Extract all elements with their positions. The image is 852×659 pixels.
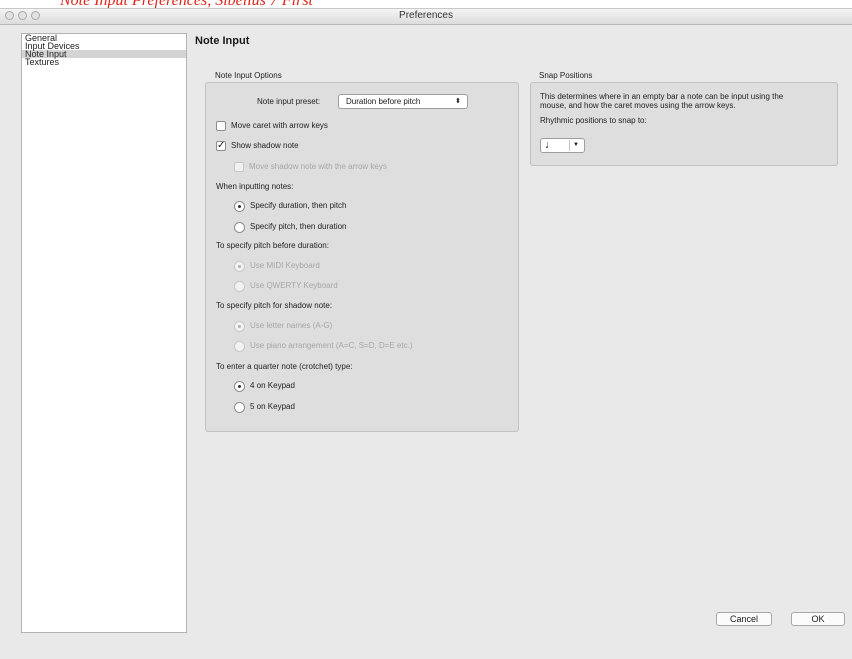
preferences-window: Preferences General Input Devices Note I… (0, 8, 852, 659)
select-divider (569, 140, 570, 151)
move-caret-checkbox[interactable] (216, 121, 226, 131)
snap-description-line2: mouse, and how the caret moves using the… (540, 101, 736, 110)
window-title: Preferences (399, 10, 453, 21)
note-input-options-group: Note input preset: Duration before pitch… (205, 82, 519, 432)
qwerty-keyboard-radio[interactable] (234, 281, 245, 292)
preferences-sidebar: General Input Devices Note Input Texture… (21, 33, 187, 633)
duration-then-pitch-label: Specify duration, then pitch (250, 201, 347, 210)
move-caret-label: Move caret with arrow keys (231, 121, 328, 130)
move-shadow-label: Move shadow note with the arrow keys (249, 162, 387, 171)
cancel-button[interactable]: Cancel (716, 612, 772, 626)
duration-then-pitch-radio[interactable] (234, 201, 245, 212)
checkmark-icon: ✓ (217, 140, 226, 151)
quarter-note-heading: To enter a quarter note (crotchet) type: (216, 362, 353, 371)
snap-value-select[interactable]: ♩ ▼ (540, 138, 585, 153)
four-on-keypad-label: 4 on Keypad (250, 381, 295, 390)
pitch-before-heading: To specify pitch before duration: (216, 241, 329, 250)
snap-positions-group: This determines where in an empty bar a … (530, 82, 838, 166)
shadow-pitch-heading: To specify pitch for shadow note: (216, 301, 333, 310)
title-bar: Preferences (0, 9, 852, 25)
letter-names-label: Use letter names (A-G) (250, 321, 333, 330)
rhythmic-positions-label: Rhythmic positions to snap to: (540, 116, 647, 125)
pitch-then-duration-label: Specify pitch, then duration (250, 222, 347, 231)
updown-arrows-icon: ⬍ (455, 98, 461, 105)
when-inputting-heading: When inputting notes: (216, 182, 294, 191)
page-title: Note Input (195, 35, 250, 47)
dropdown-arrow-icon: ▼ (573, 142, 579, 148)
snap-positions-label: Snap Positions (539, 71, 593, 80)
four-on-keypad-radio[interactable] (234, 381, 245, 392)
figure-caption: Note Input Preferences, Sibelius 7 First (60, 0, 313, 8)
piano-arrangement-label: Use piano arrangement (A=C, S=D, D=E etc… (250, 341, 413, 350)
five-on-keypad-radio[interactable] (234, 402, 245, 413)
midi-keyboard-radio[interactable] (234, 261, 245, 272)
show-shadow-label: Show shadow note (231, 141, 299, 150)
preset-select-value: Duration before pitch (346, 97, 421, 106)
pitch-then-duration-radio[interactable] (234, 222, 245, 233)
sidebar-item-textures[interactable]: Textures (22, 58, 186, 67)
ok-button[interactable]: OK (791, 612, 845, 626)
midi-keyboard-label: Use MIDI Keyboard (250, 261, 320, 270)
letter-names-radio[interactable] (234, 321, 245, 332)
qwerty-keyboard-label: Use QWERTY Keyboard (250, 281, 338, 290)
note-input-options-label: Note Input Options (215, 71, 282, 80)
five-on-keypad-label: 5 on Keypad (250, 402, 295, 411)
move-shadow-checkbox[interactable] (234, 162, 244, 172)
show-shadow-checkbox[interactable]: ✓ (216, 141, 226, 151)
piano-arrangement-radio[interactable] (234, 341, 245, 352)
preset-label: Note input preset: (257, 97, 321, 106)
preset-select[interactable]: Duration before pitch ⬍ (338, 94, 468, 109)
quarter-note-icon: ♩ (545, 139, 556, 151)
